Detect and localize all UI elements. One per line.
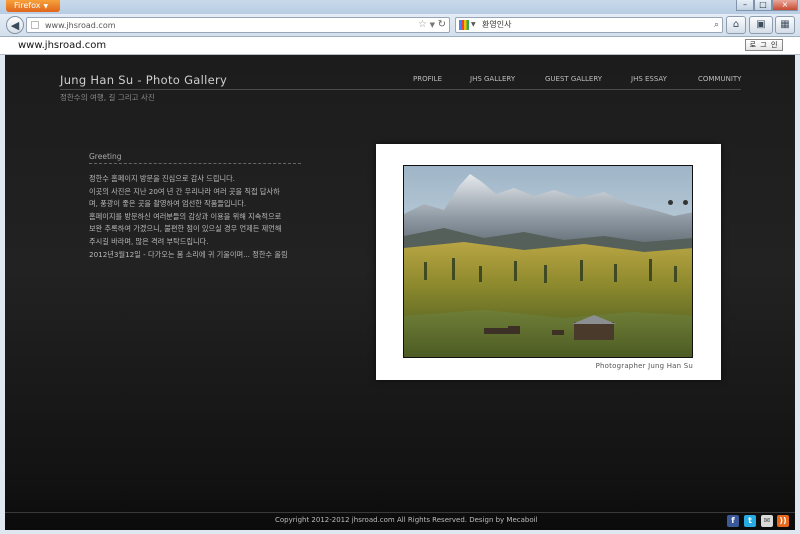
site-title[interactable]: Jung Han Su - Photo Gallery [60, 73, 227, 87]
nav-community[interactable]: COMMUNITY [698, 75, 741, 83]
back-arrow-icon: ◀ [10, 19, 20, 32]
window-icon: ▣ [756, 19, 766, 30]
photo-caption: Photographer Jung Han Su [595, 362, 693, 370]
minimize-button[interactable]: – [736, 0, 754, 11]
greeting-line: 홈페이지를 방문하신 여러분들의 감상과 이용을 위해 지속적으로 [89, 211, 282, 221]
photo-frame: Photographer Jung Han Su [376, 144, 721, 380]
login-button[interactable]: 로 그 인 [745, 39, 783, 51]
greeting-line: 2012년3월12일 - 다가오는 봄 소리에 귀 기울이며... 정한수 올림 [89, 249, 288, 259]
greeting-divider [89, 163, 301, 164]
greeting-body: 정한수 홈페이지 방문을 진심으로 감사 드립니다. 이곳의 사진은 지난 20… [89, 173, 314, 261]
greeting-line: 정한수 홈페이지 방문을 진심으로 감사 드립니다. [89, 174, 235, 183]
browser-navbar: ◀ www.jhsroad.com ☆ ▼ ↻ ▼ 환영인사 ⌕ ⌂ ▣ ▦ [0, 14, 800, 37]
reload-icon[interactable]: ↻ [438, 18, 446, 32]
greeting-line: 보완 추록하여 가겠으니, 불편한 점이 있으실 경우 언제든 제언해 [89, 224, 282, 234]
maximize-button[interactable]: □ [754, 0, 772, 11]
url-bar[interactable]: www.jhsroad.com ☆ ▼ ↻ [26, 17, 450, 33]
greeting-line: 주시길 바라며, 많은 격려 부탁드립니다. [89, 236, 209, 246]
page-content: Jung Han Su - Photo Gallery 정한수의 여행, 길 그… [5, 55, 795, 530]
firefox-menu-button[interactable]: Firefox ▼ [6, 0, 60, 12]
close-button[interactable]: × [772, 0, 798, 11]
search-magnifier-icon[interactable]: ⌕ [714, 18, 719, 32]
rss-icon[interactable]: )) [777, 515, 789, 527]
slide-dot[interactable] [683, 200, 688, 205]
nav-profile[interactable]: PROFILE [413, 75, 442, 83]
nav-guest-gallery[interactable]: GUEST GALLERY [545, 75, 602, 83]
greeting-line: 이곳의 사진은 지난 20여 년 간 우리나라 여러 곳을 직접 답사하 [89, 186, 280, 196]
twitter-icon[interactable]: t [744, 515, 756, 527]
email-icon[interactable]: ✉ [761, 515, 773, 527]
home-button[interactable]: ⌂ [726, 16, 746, 34]
search-input[interactable]: 환영인사 [482, 18, 511, 32]
search-engine-dropdown-icon[interactable]: ▼ [471, 18, 476, 32]
home-icon: ⌂ [732, 19, 740, 30]
back-button[interactable]: ◀ [6, 16, 24, 34]
url-text[interactable]: www.jhsroad.com [45, 19, 116, 32]
bookmark-star-icon[interactable]: ☆ [418, 18, 427, 32]
browser-titlebar: Firefox ▼ – □ × [0, 0, 800, 14]
header-divider [60, 89, 741, 90]
nav-jhs-gallery[interactable]: JHS GALLERY [470, 75, 515, 83]
greeting-title: Greeting [89, 152, 122, 161]
panorama-button[interactable]: ▦ [775, 16, 795, 34]
slide-dot[interactable] [668, 200, 673, 205]
site-subtitle: 정한수의 여행, 길 그리고 사진 [60, 93, 155, 102]
footer-divider [5, 512, 795, 513]
history-dropdown-icon[interactable]: ▼ [430, 18, 435, 32]
site-identity-icon[interactable] [31, 21, 39, 29]
landscape-photo-drawing [404, 166, 692, 357]
facebook-icon[interactable]: f [727, 515, 739, 527]
google-icon[interactable] [459, 20, 469, 30]
landscape-photo[interactable] [403, 165, 693, 358]
search-bar[interactable]: ▼ 환영인사 ⌕ [455, 17, 723, 33]
addon-bar-button[interactable]: ▣ [749, 16, 773, 34]
footer-copyright: Copyright 2012-2012 jhsroad.com All Righ… [275, 516, 538, 524]
site-url-label[interactable]: www.jhsroad.com [18, 39, 106, 53]
page-header-bar: www.jhsroad.com 로 그 인 [0, 37, 800, 55]
nav-jhs-essay[interactable]: JHS ESSAY [631, 75, 667, 83]
slideshow-dots [668, 200, 692, 208]
grid-icon: ▦ [780, 19, 790, 30]
greeting-line: 며, 풍광이 좋은 곳을 촬영하여 엄선한 작품들입니다. [89, 199, 247, 209]
